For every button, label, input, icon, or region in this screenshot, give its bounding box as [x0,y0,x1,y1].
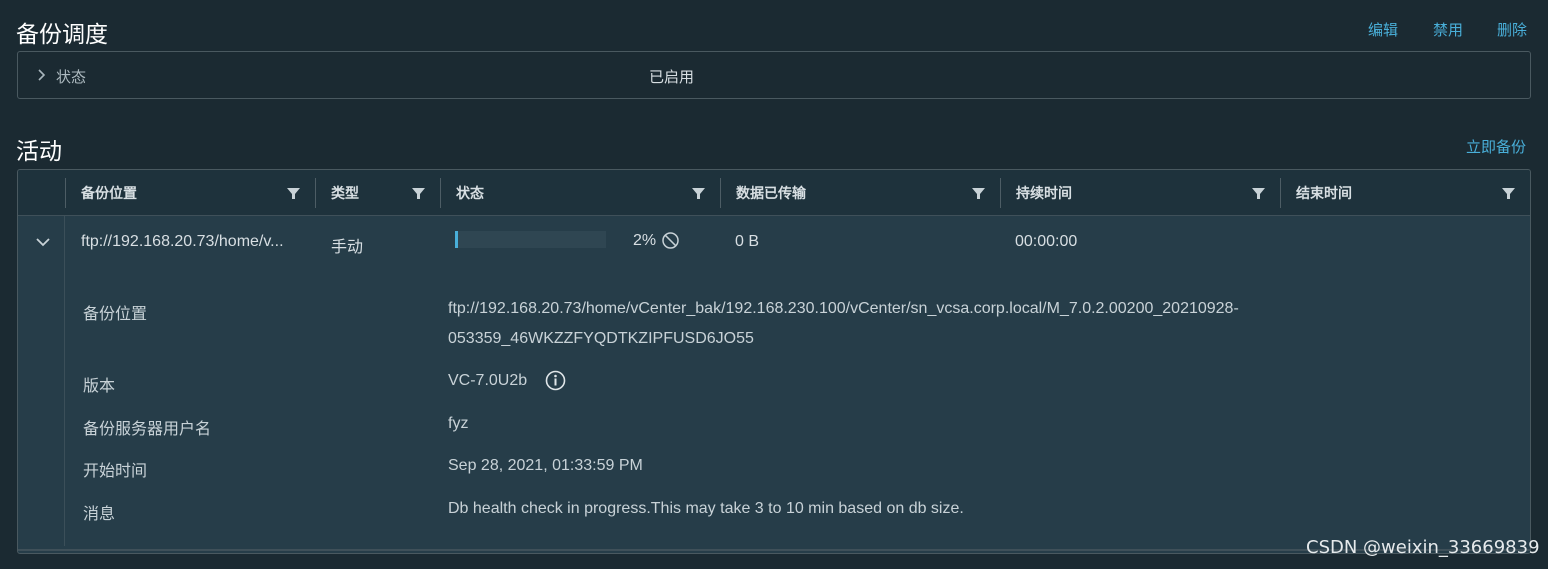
activity-title: 活动 [16,138,62,164]
schedule-status-panel: 状态 已启用 [17,51,1531,99]
cancel-icon[interactable] [661,231,680,250]
column-header-duration[interactable]: 持续时间 [1001,170,1280,215]
progress-percent: 2% [633,232,657,249]
column-header-label: 数据已传输 [736,185,806,201]
row-transferred: 0 B [735,233,760,250]
row-duration: 00:00:00 [1015,233,1078,250]
column-header-status[interactable]: 状态 [441,170,720,215]
column-header-location[interactable]: 备份位置 [66,170,315,215]
detail-location-label: 备份位置 [83,306,148,323]
detail-message-value: Db health check in progress.This may tak… [448,500,964,517]
progress-bar-fill [455,231,458,248]
row-type: 手动 [331,239,364,256]
schedule-status-value: 已启用 [649,69,695,86]
column-header-label: 类型 [331,185,359,201]
detail-version-label: 版本 [83,378,116,395]
column-header-label: 状态 [456,185,484,201]
detail-location-value-line2: 053359_46WKZZFYQDTKZIPFUSD6JO55 [448,330,754,347]
edit-link[interactable]: 编辑 [1368,19,1398,40]
grid-header: 备份位置 类型 状态 数据已传输 持续时间 结束时间 [18,170,1530,216]
column-header-label: 持续时间 [1016,185,1072,201]
column-header-transferred[interactable]: 数据已传输 [721,170,1000,215]
column-header-end-time[interactable]: 结束时间 [1281,170,1530,215]
detail-location-value-line1: ftp://192.168.20.73/home/vCenter_bak/192… [448,300,1239,317]
row-divider [64,216,65,546]
chevron-right-icon[interactable] [36,67,48,83]
progress-bar [455,231,606,248]
filter-icon[interactable] [1252,187,1265,200]
filter-icon[interactable] [972,187,985,200]
watermark-text: CSDN @weixin_33669839 [1306,537,1540,558]
detail-start-value: Sep 28, 2021, 01:33:59 PM [448,457,643,474]
backup-now-link[interactable]: 立即备份 [1466,136,1526,157]
column-header-label: 结束时间 [1296,185,1352,201]
delete-link[interactable]: 删除 [1497,19,1527,40]
detail-user-label: 备份服务器用户名 [83,421,212,438]
backup-page: 备份调度 编辑 禁用 删除 状态 已启用 活动 立即备份 备份位置 类型 状态 … [0,0,1548,569]
detail-message-label: 消息 [83,506,116,523]
filter-icon[interactable] [1502,187,1515,200]
chevron-down-icon[interactable] [34,235,52,249]
activity-grid: 备份位置 类型 状态 数据已传输 持续时间 结束时间 ftp://192.168… [17,169,1531,554]
filter-icon[interactable] [287,187,300,200]
detail-version-value: VC-7.0U2b [448,372,528,389]
column-header-type[interactable]: 类型 [316,170,440,215]
table-row[interactable]: ftp://192.168.20.73/home/v... 手动 2% 0 B … [18,216,1530,553]
detail-start-label: 开始时间 [83,463,148,480]
info-icon[interactable] [545,370,566,391]
disable-link[interactable]: 禁用 [1433,19,1463,40]
column-header-label: 备份位置 [81,185,137,201]
grid-footer-line [18,549,1530,551]
row-location[interactable]: ftp://192.168.20.73/home/v... [81,233,284,251]
schedule-title: 备份调度 [16,21,108,47]
filter-icon[interactable] [692,187,705,200]
detail-user-value: fyz [448,415,469,432]
filter-icon[interactable] [412,187,425,200]
schedule-status-label: 状态 [56,69,87,86]
